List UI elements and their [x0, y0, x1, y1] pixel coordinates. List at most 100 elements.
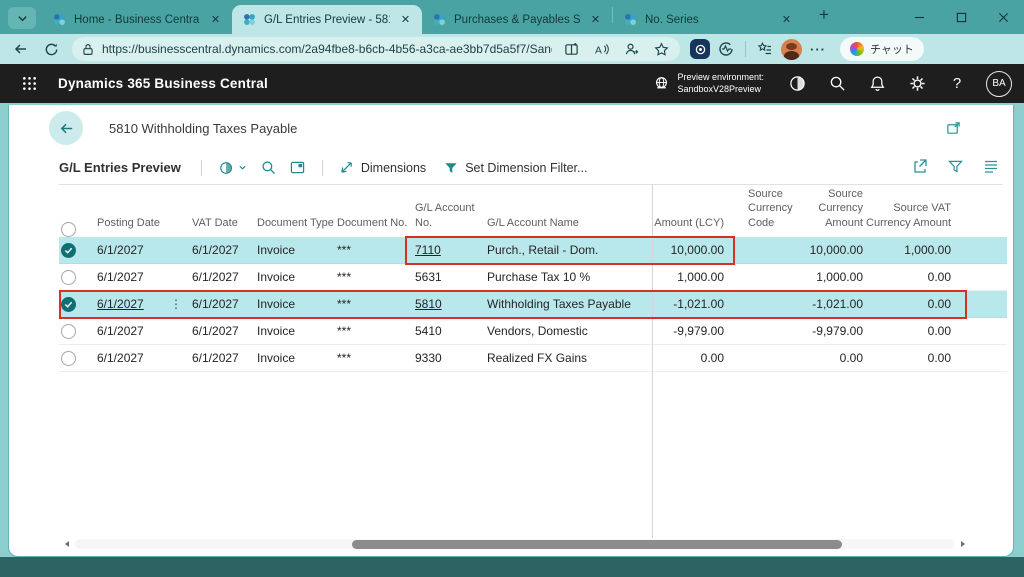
posting-date-link[interactable]: 6/1/2027 [97, 297, 144, 311]
analyze-icon[interactable] [290, 160, 305, 175]
source-vat-currency-amount-cell[interactable]: 0.00 [863, 270, 951, 284]
user-avatar[interactable]: BA [986, 71, 1012, 97]
url-bar[interactable]: https://businesscentral.dynamics.com/2a9… [72, 37, 680, 61]
row-checkbox[interactable] [61, 243, 97, 258]
back-button[interactable] [8, 37, 34, 61]
col-source-currency-code[interactable]: Source Currency Code [732, 187, 808, 237]
row-checkbox[interactable] [61, 297, 97, 312]
document-type-cell[interactable]: Invoice [257, 324, 337, 338]
split-screen-icon[interactable] [560, 39, 582, 59]
posting-date-cell[interactable]: 6/1/2027 [97, 351, 144, 365]
document-type-cell[interactable]: Invoice [257, 270, 337, 284]
scrollbar-track[interactable] [75, 539, 955, 549]
scroll-left-icon[interactable] [63, 540, 71, 548]
tab-home-admin-center[interactable]: Home - Business Central Admin Ce ✕ [42, 5, 232, 34]
account-name-cell[interactable]: Vendors, Domestic [487, 324, 652, 338]
tab-search-button[interactable] [8, 7, 36, 29]
document-no-cell[interactable]: *** [337, 243, 415, 257]
favorite-star-icon[interactable] [650, 39, 672, 59]
amount-lcy-cell[interactable]: 1,000.00 [652, 270, 732, 284]
vat-date-cell[interactable]: 6/1/2027 [192, 297, 257, 311]
amount-lcy-cell[interactable]: 10,000.00 [652, 243, 732, 257]
vat-date-cell[interactable]: 6/1/2027 [192, 324, 257, 338]
browser-menu-icon[interactable]: ··· [806, 37, 830, 61]
col-posting-date[interactable]: Posting Date [97, 216, 192, 237]
vat-date-cell[interactable]: 6/1/2027 [192, 351, 257, 365]
col-source-vat-currency-amount[interactable]: Source VAT Currency Amount [863, 201, 951, 237]
source-vat-currency-amount-cell[interactable]: 0.00 [863, 324, 951, 338]
source-currency-amount-cell[interactable]: 0.00 [808, 351, 863, 365]
tab-close-button[interactable]: ✕ [207, 11, 224, 28]
tab-close-button[interactable]: ✕ [397, 11, 414, 28]
vat-date-cell[interactable]: 6/1/2027 [192, 270, 257, 284]
refresh-button[interactable] [38, 37, 64, 61]
account-no-cell[interactable]: 5410 [415, 324, 487, 338]
account-no-link[interactable]: 7110 [415, 243, 441, 257]
col-source-currency-amount[interactable]: Source Currency Amount [808, 187, 863, 237]
row-checkbox[interactable] [61, 351, 97, 366]
copilot-icon[interactable] [780, 69, 814, 99]
share-icon[interactable] [912, 158, 928, 177]
set-dimension-filter-action[interactable]: Set Dimension Filter... [444, 161, 587, 175]
source-vat-currency-amount-cell[interactable]: 0.00 [863, 351, 951, 365]
col-document-no[interactable]: Document No. [337, 216, 415, 237]
tab-no-series[interactable]: No. Series ✕ [613, 5, 803, 34]
source-currency-amount-cell[interactable]: 10,000.00 [808, 243, 863, 257]
col-amount-lcy[interactable]: Amount (LCY) [652, 216, 732, 237]
tab-purchases-payables-setup[interactable]: Purchases & Payables Setup ✕ [422, 5, 612, 34]
notifications-bell-icon[interactable] [860, 69, 894, 99]
account-no-cell[interactable]: 9330 [415, 351, 487, 365]
amount-lcy-cell[interactable]: 0.00 [652, 351, 732, 365]
copilot-prompt-icon[interactable] [219, 160, 247, 176]
col-vat-date[interactable]: VAT Date [192, 216, 257, 237]
posting-date-cell[interactable]: 6/1/2027 [97, 270, 144, 284]
profile-sync-icon[interactable] [620, 39, 642, 59]
browser-profile-avatar[interactable] [781, 39, 802, 60]
close-window-button[interactable] [982, 0, 1024, 34]
dimensions-action[interactable]: Dimensions [339, 160, 426, 175]
table-row[interactable]: 6/1/2027 6/1/2027 Invoice *** 5410 Vendo… [59, 318, 1007, 345]
scrollbar-thumb[interactable] [352, 540, 842, 549]
row-checkbox[interactable] [61, 270, 97, 285]
source-vat-currency-amount-cell[interactable]: 0.00 [863, 297, 951, 311]
read-aloud-icon[interactable]: A [590, 39, 612, 59]
app-launcher-icon[interactable] [14, 69, 44, 99]
source-currency-amount-cell[interactable]: -9,979.00 [808, 324, 863, 338]
tab-close-button[interactable]: ✕ [587, 11, 604, 28]
settings-gear-icon[interactable] [900, 69, 934, 99]
document-no-cell[interactable]: *** [337, 351, 415, 365]
page-back-button[interactable] [49, 111, 83, 145]
table-row[interactable]: 6/1/2027 6/1/2027 Invoice *** 9330 Reali… [59, 345, 1007, 372]
open-in-new-window-icon[interactable] [946, 121, 961, 136]
document-type-cell[interactable]: Invoice [257, 351, 337, 365]
vat-date-cell[interactable]: 6/1/2027 [192, 243, 257, 257]
source-currency-amount-cell[interactable]: -1,021.00 [808, 297, 863, 311]
help-icon[interactable]: ? [940, 69, 974, 99]
extension-badge-icon[interactable] [690, 39, 710, 59]
list-options-icon[interactable] [983, 158, 999, 177]
product-title[interactable]: Dynamics 365 Business Central [58, 76, 268, 91]
tab-gl-entries-preview[interactable]: G/L Entries Preview - 5810 Withho ✕ [232, 5, 422, 34]
scroll-right-icon[interactable] [959, 540, 967, 548]
environment-indicator[interactable]: Preview environment: SandboxV28Preview [653, 72, 764, 95]
minimize-button[interactable] [898, 0, 940, 34]
account-no-cell[interactable]: 5631 [415, 270, 487, 284]
filter-list-icon[interactable] [948, 159, 963, 177]
account-name-cell[interactable]: Withholding Taxes Payable [487, 297, 652, 311]
maximize-button[interactable] [940, 0, 982, 34]
tab-close-button[interactable]: ✕ [778, 11, 795, 28]
document-no-cell[interactable]: *** [337, 270, 415, 284]
amount-lcy-cell[interactable]: -1,021.00 [652, 297, 732, 311]
posting-date-cell[interactable]: 6/1/2027 [97, 324, 144, 338]
browser-essentials-icon[interactable] [714, 37, 738, 61]
col-account-name[interactable]: G/L Account Name [487, 216, 652, 237]
search-icon[interactable] [820, 69, 854, 99]
source-vat-currency-amount-cell[interactable]: 1,000.00 [863, 243, 951, 257]
document-no-cell[interactable]: *** [337, 324, 415, 338]
col-account-no[interactable]: G/L Account No. [415, 201, 487, 237]
document-type-cell[interactable]: Invoice [257, 243, 337, 257]
row-checkbox[interactable] [61, 324, 97, 339]
col-document-type[interactable]: Document Type [257, 216, 337, 237]
amount-lcy-cell[interactable]: -9,979.00 [652, 324, 732, 338]
document-type-cell[interactable]: Invoice [257, 297, 337, 311]
